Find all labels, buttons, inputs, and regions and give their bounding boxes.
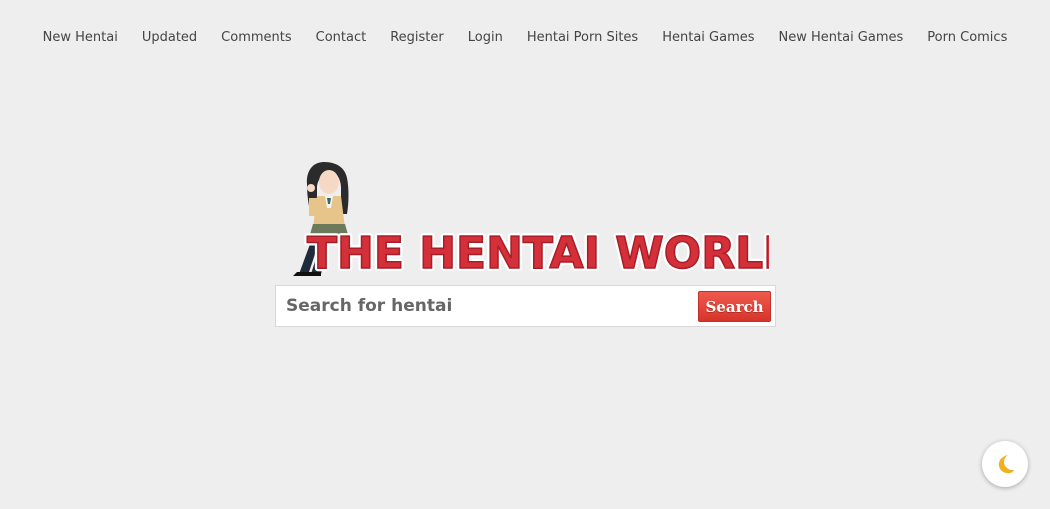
top-nav: New Hentai Updated Comments Contact Regi… <box>0 0 1050 75</box>
logo-graphic: THE HENTAI WORLD THE HENTAI WORLD <box>293 162 769 278</box>
nav-link-register[interactable]: Register <box>378 28 456 48</box>
nav-link-porn-comics[interactable]: Porn Comics <box>915 28 1019 48</box>
search-button[interactable]: Search <box>698 291 771 322</box>
logo-text: THE HENTAI WORLD <box>307 228 769 278</box>
nav-link-new-hentai[interactable]: New Hentai <box>31 28 130 48</box>
nav-link-hentai-porn-sites[interactable]: Hentai Porn Sites <box>515 28 650 48</box>
search-bar: Search <box>275 285 776 327</box>
nav-link-hentai-games[interactable]: Hentai Games <box>650 28 766 48</box>
moon-icon <box>998 455 1015 474</box>
search-input[interactable] <box>276 286 694 326</box>
nav-link-updated[interactable]: Updated <box>130 28 209 48</box>
dark-mode-toggle[interactable] <box>982 441 1028 487</box>
nav-link-login[interactable]: Login <box>456 28 515 48</box>
nav-link-new-hentai-games[interactable]: New Hentai Games <box>767 28 916 48</box>
nav-link-comments[interactable]: Comments <box>209 28 303 48</box>
site-logo[interactable]: THE HENTAI WORLD THE HENTAI WORLD <box>279 158 769 278</box>
nav-link-contact[interactable]: Contact <box>304 28 379 48</box>
